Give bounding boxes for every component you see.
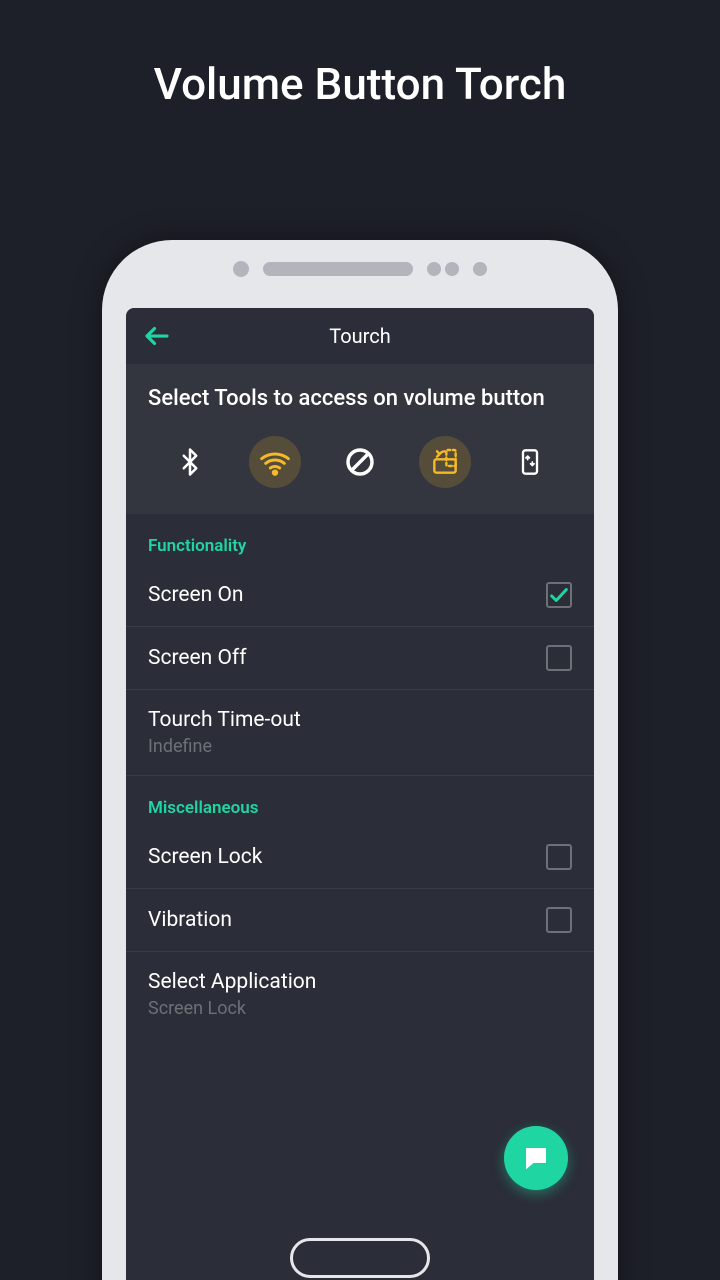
screen-off-item[interactable]: Screen Off	[126, 627, 594, 690]
bluetooth-icon	[175, 447, 205, 477]
torch-timeout-item[interactable]: Tourch Time-out Indefine	[126, 690, 594, 776]
functionality-label: Functionality	[126, 514, 594, 564]
app-header: Tourch	[126, 308, 594, 364]
miscellaneous-label: Miscellaneous	[126, 776, 594, 826]
block-icon	[344, 446, 376, 478]
screen-lock-item[interactable]: Screen Lock	[126, 826, 594, 889]
checkbox-unchecked[interactable]	[546, 645, 572, 671]
item-label: Tourch Time-out	[148, 708, 301, 732]
tools-heading: Select Tools to access on volume button	[148, 384, 572, 414]
sensor-dot	[233, 261, 249, 277]
phone-frame: Tourch Select Tools to access on volume …	[102, 240, 618, 1280]
vibration-item[interactable]: Vibration	[126, 889, 594, 952]
rotate-icon	[429, 446, 461, 478]
phone-hardware-top	[102, 240, 618, 298]
screen-on-item[interactable]: Screen On	[126, 564, 594, 627]
back-button[interactable]	[142, 321, 172, 351]
block-tool[interactable]	[334, 436, 386, 488]
promo-title: Volume Button Torch	[0, 0, 720, 110]
data-icon	[516, 448, 544, 476]
chat-icon	[521, 1143, 551, 1173]
data-tool[interactable]	[504, 436, 556, 488]
item-sub: Indefine	[148, 736, 301, 757]
back-arrow-icon	[142, 321, 172, 351]
item-label: Screen Lock	[148, 845, 262, 869]
sensor-dots	[427, 262, 459, 276]
item-label: Vibration	[148, 908, 232, 932]
checkbox-unchecked[interactable]	[546, 907, 572, 933]
item-label: Select Application	[148, 970, 316, 994]
wifi-icon	[259, 446, 291, 478]
checkbox-unchecked[interactable]	[546, 844, 572, 870]
speaker-grill	[263, 262, 413, 276]
tools-section: Select Tools to access on volume button	[126, 364, 594, 514]
item-label: Screen On	[148, 583, 244, 607]
chat-fab[interactable]	[504, 1126, 568, 1190]
checkbox-checked[interactable]	[546, 582, 572, 608]
tools-row	[148, 436, 572, 488]
home-pill	[290, 1238, 430, 1278]
app-screen: Tourch Select Tools to access on volume …	[126, 308, 594, 1280]
app-title: Tourch	[126, 324, 594, 348]
item-label: Screen Off	[148, 646, 247, 670]
wifi-tool[interactable]	[249, 436, 301, 488]
bluetooth-tool[interactable]	[164, 436, 216, 488]
select-application-item[interactable]: Select Application Screen Lock	[126, 952, 594, 1037]
check-icon	[548, 584, 570, 606]
item-sub: Screen Lock	[148, 998, 316, 1019]
camera-dot	[473, 262, 487, 276]
rotate-tool[interactable]	[419, 436, 471, 488]
